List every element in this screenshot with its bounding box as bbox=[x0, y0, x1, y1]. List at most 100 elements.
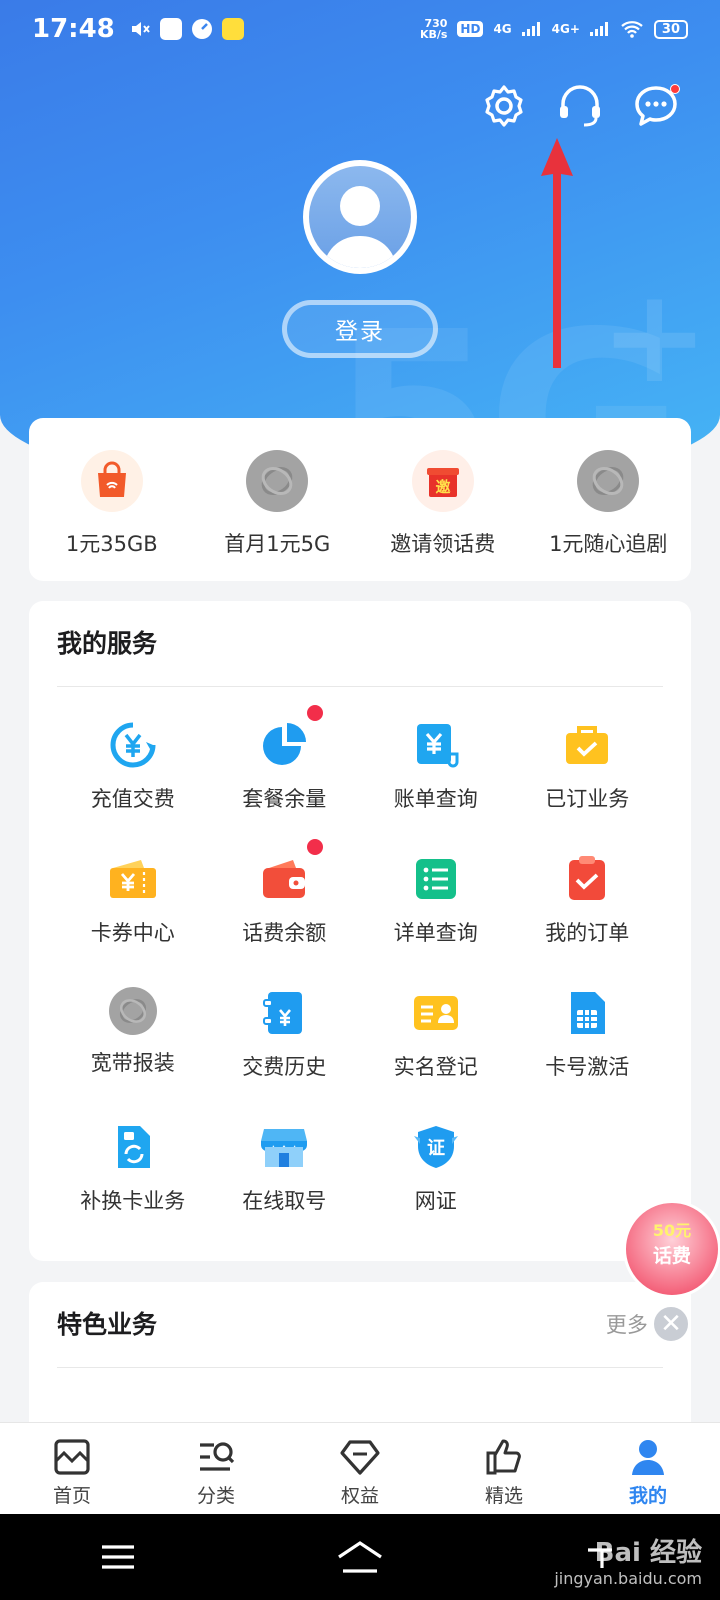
avatar-placeholder bbox=[309, 166, 411, 268]
customer-service-button[interactable] bbox=[556, 82, 604, 130]
china-mobile-logo-icon bbox=[577, 450, 640, 512]
service-label: 卡号激活 bbox=[545, 1055, 630, 1079]
service-label: 实名登记 bbox=[393, 1055, 478, 1079]
tab-label: 分类 bbox=[196, 1485, 235, 1507]
service-label: 充值交费 bbox=[90, 787, 175, 811]
service-detail-query[interactable]: 详单查询 bbox=[360, 845, 512, 955]
notification-dot bbox=[306, 839, 323, 855]
close-floating-promo-button[interactable]: ✕ bbox=[652, 1305, 690, 1343]
tab-category[interactable]: 分类 bbox=[144, 1423, 288, 1514]
tab-home[interactable]: 首页 bbox=[0, 1423, 144, 1514]
coupon-icon bbox=[107, 853, 159, 905]
store-icon bbox=[258, 1121, 310, 1173]
promo-item-2[interactable]: 首月1元5G bbox=[195, 418, 361, 581]
featured-header: 特色业务 更多 › bbox=[57, 1282, 663, 1368]
payment-history-icon bbox=[258, 987, 310, 1039]
service-recharge[interactable]: 充值交费 bbox=[57, 711, 209, 821]
promo-item-4[interactable]: 1元随心追剧 bbox=[526, 418, 692, 581]
id-card-icon bbox=[410, 987, 462, 1039]
svg-text:证: 证 bbox=[427, 1138, 445, 1159]
service-payment-history[interactable]: 交费历史 bbox=[209, 979, 361, 1089]
recharge-yen-icon bbox=[107, 719, 159, 771]
shopping-bag-icon bbox=[80, 450, 143, 512]
speed-app-icon bbox=[191, 19, 212, 39]
signal-icon bbox=[521, 22, 540, 36]
mute-icon bbox=[131, 22, 150, 36]
service-label: 详单查询 bbox=[393, 921, 478, 945]
wallet-icon bbox=[258, 853, 310, 905]
promo-label: 1元35GB bbox=[65, 532, 158, 556]
bill-yen-icon bbox=[410, 719, 462, 771]
home-icon bbox=[54, 1439, 90, 1475]
watermark-brand: Bai 经验 bbox=[594, 1538, 702, 1568]
service-sim-replacement[interactable]: 补换卡业务 bbox=[57, 1113, 209, 1223]
headset-icon bbox=[560, 85, 600, 127]
tab-mine[interactable]: 我的 bbox=[576, 1423, 720, 1514]
watermark-url: jingyan.baidu.com bbox=[554, 1569, 702, 1588]
user-silhouette-icon bbox=[323, 186, 397, 268]
tab-label: 精选 bbox=[484, 1485, 523, 1507]
list-icon bbox=[410, 853, 462, 905]
service-label: 补换卡业务 bbox=[80, 1189, 186, 1213]
service-my-orders[interactable]: 我的订单 bbox=[512, 845, 664, 955]
tab-label: 权益 bbox=[340, 1485, 379, 1507]
service-bill-query[interactable]: 账单查询 bbox=[360, 711, 512, 821]
network-type-2: 4G+ bbox=[551, 22, 580, 36]
certificate-shield-icon: 证 bbox=[410, 1121, 462, 1173]
promo-amount: 50元 bbox=[652, 1221, 692, 1240]
service-label: 套餐余量 bbox=[242, 787, 327, 811]
weibo-app-icon bbox=[221, 18, 244, 40]
user-icon bbox=[632, 1440, 664, 1475]
promo-item-3[interactable]: 邀 邀请领话费 bbox=[360, 418, 526, 581]
sim-card-icon bbox=[561, 987, 613, 1039]
service-label: 宽带报装 bbox=[90, 1051, 175, 1075]
service-subscriptions[interactable]: 已订业务 bbox=[512, 711, 664, 821]
promo-text: 话费 bbox=[652, 1245, 691, 1267]
service-label: 话费余额 bbox=[242, 921, 327, 945]
floating-promo-badge[interactable]: 50元 话费 bbox=[623, 1200, 720, 1298]
service-broadband[interactable]: 宽带报装 bbox=[57, 979, 209, 1089]
service-label: 我的订单 bbox=[545, 921, 630, 945]
unread-dot bbox=[670, 84, 680, 94]
service-plan-balance[interactable]: 套餐余量 bbox=[209, 705, 361, 821]
tab-benefits[interactable]: 权益 bbox=[288, 1423, 432, 1514]
notification-dot bbox=[306, 705, 323, 721]
service-card-activation[interactable]: 卡号激活 bbox=[512, 979, 664, 1089]
service-label: 卡券中心 bbox=[90, 921, 175, 945]
tab-featured[interactable]: 精选 bbox=[432, 1423, 576, 1514]
service-online-number[interactable]: 在线取号 bbox=[209, 1113, 361, 1223]
promo-label: 1元随心追剧 bbox=[549, 532, 668, 556]
services-grid: 充值交费 套餐余量 账单查询 已订业务 卡券中心 话费余额 详单查询 我的订单 … bbox=[57, 687, 663, 1223]
settings-button[interactable] bbox=[480, 82, 528, 130]
clipboard-check-icon bbox=[561, 853, 613, 905]
service-balance[interactable]: 话费余额 bbox=[209, 839, 361, 955]
header-actions bbox=[480, 82, 680, 130]
baidu-app-icon bbox=[159, 18, 182, 40]
menu-icon[interactable] bbox=[98, 1542, 138, 1572]
promo-item-1[interactable]: 1元35GB bbox=[29, 418, 195, 581]
service-label: 在线取号 bbox=[242, 1189, 327, 1213]
diamond-icon bbox=[340, 1440, 380, 1475]
network-type-1: 4G bbox=[493, 22, 512, 36]
china-mobile-logo-icon bbox=[108, 987, 157, 1035]
thumbs-up-icon bbox=[486, 1439, 521, 1475]
service-net-certificate[interactable]: 证 网证 bbox=[360, 1113, 512, 1223]
hd-badge: HD bbox=[457, 21, 484, 37]
promo-card: 1元35GB 首月1元5G 邀 邀请领话费 1元随心追剧 bbox=[29, 418, 691, 581]
tab-label: 我的 bbox=[628, 1485, 667, 1507]
service-coupons[interactable]: 卡券中心 bbox=[57, 845, 209, 955]
china-mobile-logo-icon bbox=[246, 450, 309, 512]
signal-icon-2 bbox=[589, 22, 608, 36]
avatar[interactable] bbox=[303, 160, 417, 274]
home-button-icon[interactable] bbox=[335, 1539, 385, 1575]
service-real-name[interactable]: 实名登记 bbox=[360, 979, 512, 1089]
status-indicators: 730 KB/s HD 4G 4G+ 30 bbox=[420, 18, 688, 40]
network-speed: 730 KB/s bbox=[420, 18, 447, 40]
messages-button[interactable] bbox=[632, 82, 680, 130]
promo-label: 首月1元5G bbox=[224, 532, 331, 556]
featured-title: 特色业务 bbox=[57, 1310, 158, 1339]
annotation-arrow-icon bbox=[541, 138, 573, 368]
service-label: 网证 bbox=[414, 1189, 457, 1213]
login-button[interactable]: 登录 bbox=[282, 300, 438, 358]
sim-swap-icon bbox=[107, 1121, 159, 1173]
